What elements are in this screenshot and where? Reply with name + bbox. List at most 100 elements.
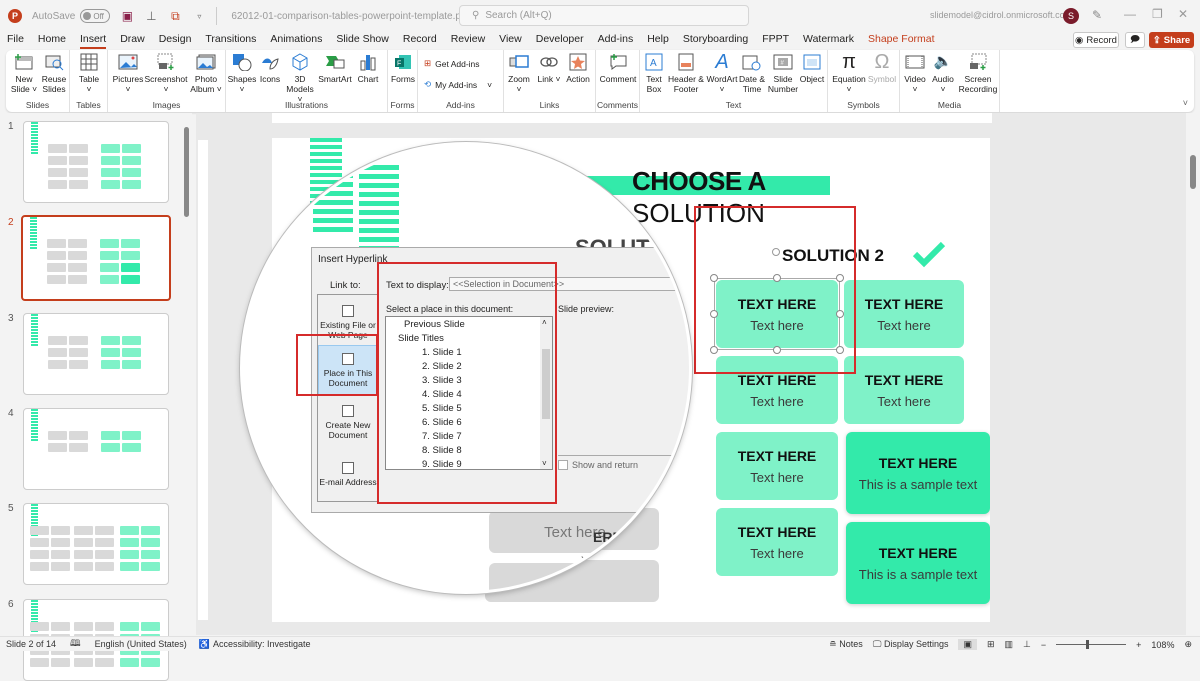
get-add-ins-button[interactable]: ⊞ Get Add-ins <box>424 58 480 69</box>
restore-icon[interactable]: ❐ <box>1152 7 1163 21</box>
shapes-button[interactable]: Shapes ˅ <box>228 52 256 94</box>
share-button[interactable]: ⇪ Share <box>1149 32 1194 48</box>
slide-thumbnail[interactable] <box>21 215 171 301</box>
photo-album-button[interactable]: Photo Album ˅ <box>190 52 222 94</box>
shapes-qat-icon[interactable]: ⧉ <box>168 9 182 23</box>
solution-card-highlighted[interactable]: TEXT HERE This is a sample text <box>846 522 990 604</box>
display-settings-button[interactable]: 🖵 Display Settings <box>873 639 949 650</box>
zoom-slider-thumb[interactable] <box>1086 640 1090 649</box>
link-option-create-new[interactable]: Create New Document <box>318 397 378 447</box>
menu-tab-design[interactable]: Design <box>152 32 199 49</box>
file-name[interactable]: 62012-01-comparison-tables-powerpoint-te… <box>231 11 469 22</box>
link-option-email[interactable]: E-mail Address <box>318 449 378 499</box>
header-footer-button[interactable]: Header & Footer <box>668 52 704 94</box>
action-button[interactable]: Action <box>564 52 592 84</box>
close-icon[interactable]: ✕ <box>1178 7 1188 21</box>
slide-thumbnail[interactable] <box>23 408 169 490</box>
menu-tab-slide-show[interactable]: Slide Show <box>329 32 396 49</box>
customize-qat-icon[interactable]: ▿ <box>192 9 206 23</box>
save-icon[interactable]: ▣ <box>120 9 134 23</box>
menu-tab-draw[interactable]: Draw <box>113 32 152 49</box>
link-button[interactable]: Link ˅ <box>536 52 562 84</box>
pictures-button[interactable]: Pictures ˅ <box>112 52 144 94</box>
reuse-slides-button[interactable]: Reuse Slides <box>40 52 68 94</box>
icons-button[interactable]: Icons <box>258 52 282 84</box>
zoom-level[interactable]: 108% <box>1151 640 1174 650</box>
video-button[interactable]: Video ˅ <box>902 52 928 94</box>
record-button[interactable]: ◉ Record <box>1073 32 1119 48</box>
menu-tab-animations[interactable]: Animations <box>263 32 329 49</box>
menu-tab-watermark[interactable]: Watermark <box>796 32 861 49</box>
comments-button[interactable]: 🗩 <box>1125 32 1145 48</box>
menu-tab-developer[interactable]: Developer <box>529 32 591 49</box>
slide-sorter-icon[interactable]: ⊞ <box>987 639 995 650</box>
solution-card[interactable]: TEXT HERE Text here <box>844 356 964 424</box>
new-slide-button[interactable]: New Slide ˅ <box>10 52 38 94</box>
solution-card[interactable]: TEXT HERE Text here <box>716 432 838 500</box>
menu-tab-view[interactable]: View <box>492 32 529 49</box>
notes-button[interactable]: ≘ Notes <box>829 639 863 650</box>
menu-tab-add-ins[interactable]: Add-ins <box>591 32 641 49</box>
slide-thumbnail[interactable] <box>23 121 169 203</box>
menu-tab-fppt[interactable]: FPPT <box>755 32 796 49</box>
thumbnail-scrollbar[interactable] <box>182 113 191 635</box>
slide-thumbnail[interactable] <box>23 313 169 395</box>
solution-card[interactable]: TEXT HERE Text here <box>716 508 838 576</box>
menu-tab-shape-format[interactable]: Shape Format <box>861 32 942 49</box>
minimize-icon[interactable]: — <box>1124 7 1136 21</box>
slide-thumbnail[interactable] <box>23 503 169 585</box>
solution-card-highlighted[interactable]: TEXT HERE This is a sample text <box>846 432 990 514</box>
menu-tab-review[interactable]: Review <box>444 32 492 49</box>
equation-button[interactable]: π Equation ˅ <box>832 52 866 94</box>
fit-to-window-icon[interactable]: ⊕ <box>1184 639 1192 650</box>
my-add-ins-button[interactable]: ⟲ My Add-ins ˅ <box>424 79 492 90</box>
menu-tab-file[interactable]: File <box>0 32 31 49</box>
table-button[interactable]: Table ˅ <box>76 52 102 94</box>
3d-models-button[interactable]: 3D Models ˅ <box>284 52 316 104</box>
zoom-out-button[interactable]: − <box>1041 640 1046 650</box>
slide-title-bold[interactable]: CHOOSE A <box>632 166 766 197</box>
screen-recording-button[interactable]: Screen Recording <box>958 52 998 94</box>
menu-tab-insert[interactable]: Insert <box>73 32 113 49</box>
search-input[interactable]: ⚲ Search (Alt+Q) <box>459 5 749 26</box>
wordart-button[interactable]: A WordArt ˅ <box>706 52 738 94</box>
solution-card[interactable]: TEXT HERE Text here <box>844 280 964 348</box>
pen-icon[interactable]: ✎ <box>1092 8 1102 22</box>
spellcheck-icon[interactable]: 🕮 <box>70 636 81 652</box>
symbol-button[interactable]: Ω Symbol <box>868 52 896 84</box>
reading-view-icon[interactable]: ▥ <box>1005 639 1014 650</box>
ribbon-group-comments: Comment Comments <box>596 50 640 112</box>
scroll-thumb[interactable] <box>1190 155 1196 189</box>
object-button[interactable]: Object <box>798 52 826 84</box>
collapse-ribbon-icon[interactable]: ˅ <box>1183 98 1188 108</box>
text-box-button[interactable]: A Text Box <box>642 52 666 94</box>
language-status[interactable]: English (United States) <box>95 639 187 649</box>
zoom-in-button[interactable]: + <box>1136 640 1141 650</box>
smartart-button[interactable]: SmartArt <box>318 52 352 84</box>
menu-tab-home[interactable]: Home <box>31 32 73 49</box>
menu-tab-help[interactable]: Help <box>640 32 676 49</box>
date-time-button[interactable]: Date & Time <box>738 52 766 94</box>
comment-button[interactable]: Comment <box>600 52 636 84</box>
menu-tab-storyboarding[interactable]: Storyboarding <box>676 32 755 49</box>
menu-tab-record[interactable]: Record <box>396 32 444 49</box>
checkbox[interactable] <box>558 460 568 470</box>
chart-button[interactable]: Chart <box>354 52 382 84</box>
show-and-return-checkbox[interactable]: Show and return <box>558 460 638 470</box>
screenshot-button[interactable]: Screenshot ˅ <box>145 52 188 94</box>
forms-button[interactable]: F Forms <box>390 52 416 84</box>
avatar[interactable]: S <box>1063 8 1079 24</box>
present-icon[interactable]: ⊥ <box>144 9 158 23</box>
zoom-button[interactable]: Zoom ˅ <box>506 52 532 94</box>
scroll-thumb[interactable] <box>184 127 189 217</box>
autosave-toggle[interactable]: Off <box>80 9 111 23</box>
normal-view-icon[interactable]: ▣ <box>958 639 977 650</box>
audio-button[interactable]: 🔈 Audio ˅ <box>930 52 956 94</box>
zoom-slider[interactable] <box>1056 640 1127 649</box>
slide-number-button[interactable]: # Slide Number <box>768 52 798 94</box>
slide-show-icon[interactable]: ⊥ <box>1023 639 1031 650</box>
accessibility-status[interactable]: Accessibility: Investigate <box>213 639 311 649</box>
account-email[interactable]: slidemodel@cidrol.onmicrosoft.com <box>930 10 1072 20</box>
menu-tab-transitions[interactable]: Transitions <box>198 32 263 49</box>
slide-scrollbar[interactable] <box>1186 113 1200 635</box>
